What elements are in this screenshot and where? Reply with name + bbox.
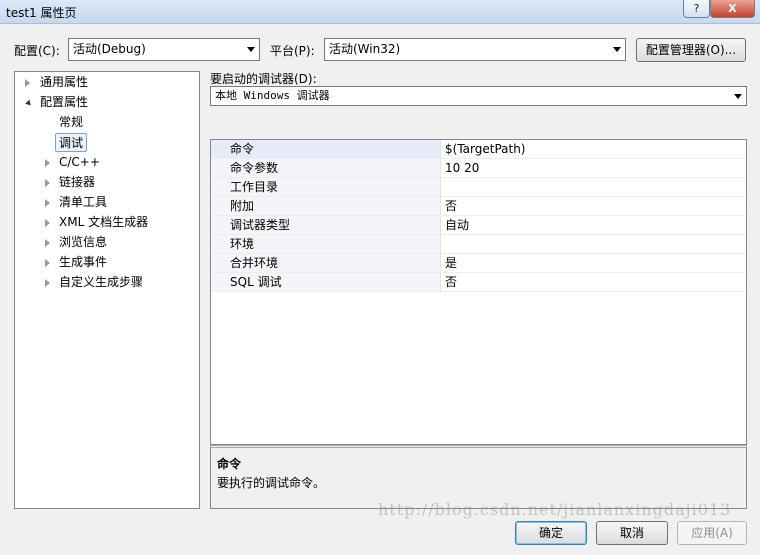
help-button[interactable]: ? (683, 0, 710, 18)
expand-arrow-icon[interactable] (45, 199, 50, 207)
property-row-environment[interactable]: 环境 (211, 235, 746, 254)
tree-item-label: 生成事件 (59, 255, 108, 269)
tree-item-label: 调试 (59, 136, 84, 150)
property-value[interactable]: 10 20 (445, 159, 479, 177)
property-name: 工作目录 (211, 178, 441, 196)
platform-label: 平台(P): (270, 44, 315, 58)
dialog-client: 配置(C): 活动(Debug) 平台(P): 活动(Win32) 配置管理器(… (0, 24, 760, 555)
ok-button[interactable]: 确定 (515, 521, 587, 545)
description-text: 要执行的调试命令。 (217, 476, 326, 490)
property-name: SQL 调试 (211, 273, 441, 291)
expand-arrow-icon[interactable] (45, 279, 50, 287)
tree-item-general[interactable]: 常规 (59, 113, 83, 132)
tree-item-label: 通用属性 (40, 75, 89, 89)
description-pane: 命令 要执行的调试命令。 (210, 445, 747, 509)
tree-item-label: 常规 (59, 115, 84, 129)
property-value[interactable]: 是 (445, 254, 457, 272)
config-manager-button[interactable]: 配置管理器(O)... (636, 38, 746, 62)
property-row-attach[interactable]: 附加 否 (211, 197, 746, 216)
tree-item-label: 链接器 (59, 175, 96, 189)
property-grid: 命令 $(TargetPath) 命令参数 10 20 工作目录 附加 否 调试… (210, 139, 747, 445)
tree-item-debugging[interactable]: 调试 (55, 133, 88, 152)
debugger-value: 本地 Windows 调试器 (215, 89, 330, 102)
property-name: 命令 (211, 140, 441, 158)
property-row-command[interactable]: 命令 $(TargetPath) (211, 140, 746, 159)
config-label: 配置(C): (14, 44, 60, 58)
property-row-sql-debugging[interactable]: SQL 调试 否 (211, 273, 746, 292)
property-name: 命令参数 (211, 159, 441, 177)
platform-dropdown[interactable]: 活动(Win32) (324, 38, 626, 61)
platform-value: 活动(Win32) (329, 42, 401, 56)
property-value[interactable]: 自动 (445, 216, 469, 234)
expand-arrow-icon[interactable] (45, 259, 50, 267)
description-title: 命令 (217, 457, 242, 471)
apply-button[interactable]: 应用(A) (677, 521, 747, 545)
chevron-down-icon (613, 47, 621, 52)
tree-item-label: C/C++ (59, 155, 100, 169)
debugger-label: 要启动的调试器(D): (210, 72, 317, 86)
property-name: 调试器类型 (211, 216, 441, 234)
property-row-debugger-type[interactable]: 调试器类型 自动 (211, 216, 746, 235)
property-row-command-args[interactable]: 命令参数 10 20 (211, 159, 746, 178)
expand-arrow-icon[interactable] (45, 219, 50, 227)
config-value: 活动(Debug) (73, 42, 146, 56)
tree-item-label: 清单工具 (59, 195, 108, 209)
property-value[interactable]: 否 (445, 273, 457, 291)
config-dropdown[interactable]: 活动(Debug) (68, 38, 260, 61)
property-name: 环境 (211, 235, 441, 253)
property-row-merge-environment[interactable]: 合并环境 是 (211, 254, 746, 273)
cancel-button[interactable]: 取消 (596, 521, 668, 545)
property-value[interactable]: $(TargetPath) (445, 140, 525, 158)
expand-arrow-icon[interactable] (45, 239, 50, 247)
expand-arrow-icon[interactable] (45, 179, 50, 187)
tree-item-label: 浏览信息 (59, 235, 108, 249)
title-bar: test1 属性页 ? X (0, 0, 760, 24)
tree-item-label: 配置属性 (40, 95, 89, 109)
property-name: 合并环境 (211, 254, 441, 272)
debugger-dropdown[interactable]: 本地 Windows 调试器 (210, 86, 747, 106)
tree-item-label: 自定义生成步骤 (59, 275, 144, 289)
window-title: test1 属性页 (6, 6, 77, 20)
chevron-down-icon (247, 47, 255, 52)
expand-arrow-icon[interactable] (45, 159, 50, 167)
property-value[interactable]: 否 (445, 197, 457, 215)
property-name: 附加 (211, 197, 441, 215)
collapse-arrow-icon[interactable] (25, 99, 33, 108)
expand-arrow-icon[interactable] (25, 79, 30, 87)
tree-item-label: XML 文档生成器 (59, 215, 149, 229)
property-tree[interactable]: 通用属性 配置属性 常规 调试 C/C++ 链接器 清单工具 XML 文档生成器 (14, 71, 200, 509)
property-row-working-dir[interactable]: 工作目录 (211, 178, 746, 197)
chevron-down-icon (734, 94, 742, 99)
close-button[interactable]: X (710, 0, 755, 18)
